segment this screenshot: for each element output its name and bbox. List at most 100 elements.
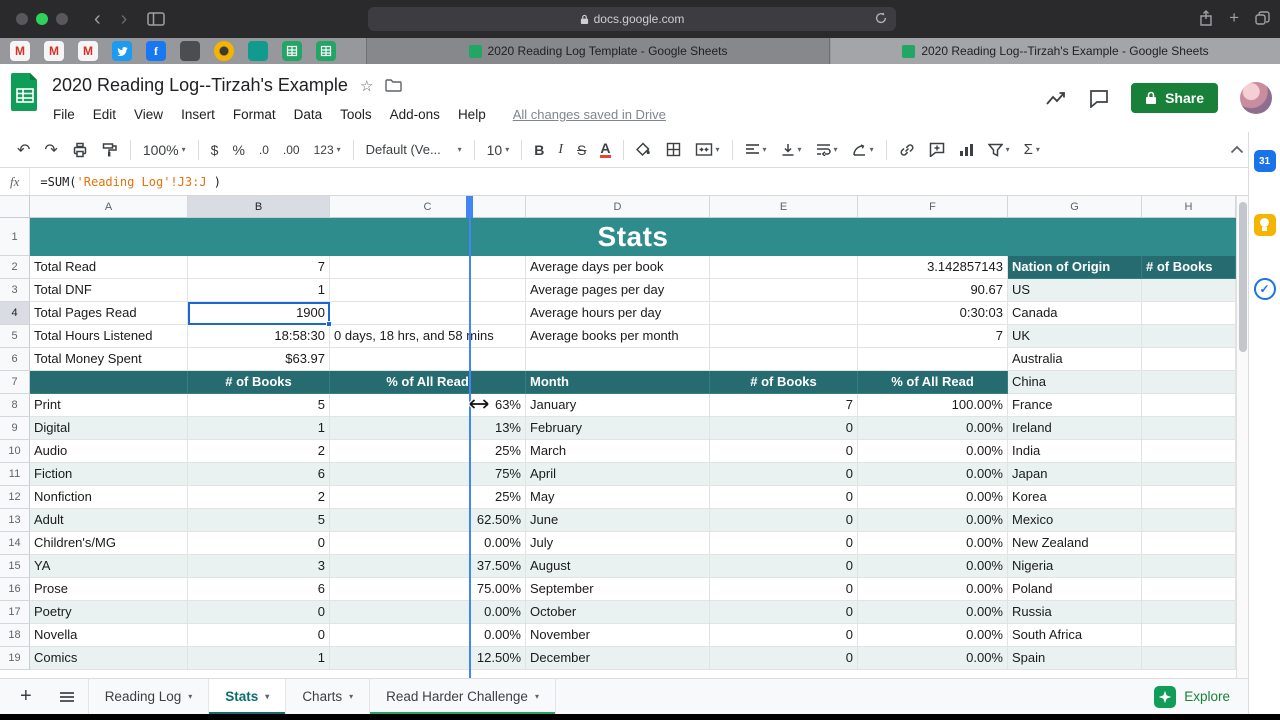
cell-B11[interactable]: 6 (188, 463, 330, 486)
share-button[interactable]: Share (1131, 83, 1218, 113)
cell-E18[interactable]: 0 (710, 624, 858, 647)
row-header-8[interactable]: 8 (0, 394, 30, 417)
cell-H18[interactable] (1142, 624, 1236, 647)
address-bar[interactable]: docs.google.com (368, 7, 896, 31)
cell-B10[interactable]: 2 (188, 440, 330, 463)
row-header-1[interactable]: 1 (0, 218, 30, 256)
cell-E15[interactable]: 0 (710, 555, 858, 578)
cell-G19[interactable]: Spain (1008, 647, 1142, 670)
cell-G2[interactable]: Nation of Origin (1008, 256, 1142, 279)
cell-H13[interactable] (1142, 509, 1236, 532)
vertical-scrollbar[interactable] (1236, 196, 1248, 678)
gmail-favicon[interactable]: M (10, 41, 30, 61)
cell-A7[interactable] (30, 371, 188, 394)
add-sheet-button[interactable]: + (0, 685, 46, 708)
window-close-button[interactable] (16, 13, 28, 25)
cell-B4[interactable]: 1900 (188, 302, 330, 325)
redo-icon[interactable]: ↷ (37, 137, 64, 163)
column-header-D[interactable]: D (526, 196, 710, 218)
cell-B16[interactable]: 6 (188, 578, 330, 601)
select-all-corner[interactable] (0, 196, 30, 218)
move-folder-icon[interactable] (385, 79, 403, 92)
keep-icon[interactable] (1253, 214, 1276, 236)
cell-B5[interactable]: 18:58:30 (188, 325, 330, 348)
cell-B9[interactable]: 1 (188, 417, 330, 440)
print-icon[interactable] (65, 137, 95, 163)
cell-A19[interactable]: Comics (30, 647, 188, 670)
cell-C15[interactable]: 37.50% (330, 555, 526, 578)
format-percent-button[interactable]: % (225, 137, 251, 163)
cell-G9[interactable]: Ireland (1008, 417, 1142, 440)
row-header-18[interactable]: 18 (0, 624, 30, 647)
cell-B3[interactable]: 1 (188, 279, 330, 302)
cell-A10[interactable]: Audio (30, 440, 188, 463)
cell-D6[interactable] (526, 348, 710, 371)
cell-C19[interactable]: 12.50% (330, 647, 526, 670)
cell-C17[interactable]: 0.00% (330, 601, 526, 624)
cell-C2[interactable] (330, 256, 526, 279)
cell-H7[interactable] (1142, 371, 1236, 394)
sheet-tab-menu-icon[interactable]: ▾ (265, 692, 269, 701)
cell-B17[interactable]: 0 (188, 601, 330, 624)
cell-F5[interactable]: 7 (858, 325, 1008, 348)
save-status[interactable]: All changes saved in Drive (513, 107, 666, 122)
cell-A6[interactable]: Total Money Spent (30, 348, 188, 371)
formula-text[interactable]: =SUM('Reading Log'!J3:J ) (30, 175, 221, 189)
cell-A17[interactable]: Poetry (30, 601, 188, 624)
cell-B18[interactable]: 0 (188, 624, 330, 647)
cell-G12[interactable]: Korea (1008, 486, 1142, 509)
share-page-icon[interactable] (1199, 10, 1213, 26)
browser-tab-template[interactable]: 2020 Reading Log Template - Google Sheet… (366, 38, 830, 64)
column-header-B[interactable]: B (188, 196, 330, 218)
vertical-align-icon[interactable]: ▾ (774, 137, 809, 163)
cell-G13[interactable]: Mexico (1008, 509, 1142, 532)
undo-icon[interactable]: ↶ (10, 137, 37, 163)
row-header-10[interactable]: 10 (0, 440, 30, 463)
tasks-icon[interactable]: ✓ (1253, 278, 1276, 300)
cell-F8[interactable]: 100.00% (858, 394, 1008, 417)
cell-C12[interactable]: 25% (330, 486, 526, 509)
cell-E10[interactable]: 0 (710, 440, 858, 463)
cell-D4[interactable]: Average hours per day (526, 302, 710, 325)
cell-A1-banner[interactable]: Stats (30, 218, 1236, 256)
cell-A18[interactable]: Novella (30, 624, 188, 647)
decrease-decimals-button[interactable]: .0 (252, 137, 276, 163)
comment-history-icon[interactable] (1089, 89, 1109, 108)
cell-D8[interactable]: January (526, 394, 710, 417)
cell-A15[interactable]: YA (30, 555, 188, 578)
facebook-favicon[interactable]: f (146, 41, 166, 61)
cell-C13[interactable]: 62.50% (330, 509, 526, 532)
browser-tab-active[interactable]: 2020 Reading Log--Tirzah's Example - Goo… (831, 38, 1280, 64)
cell-H6[interactable] (1142, 348, 1236, 371)
cell-E19[interactable]: 0 (710, 647, 858, 670)
cell-A4[interactable]: Total Pages Read (30, 302, 188, 325)
insert-comment-icon[interactable] (922, 137, 952, 163)
avatar[interactable] (1240, 82, 1272, 114)
cell-A8[interactable]: Print (30, 394, 188, 417)
cell-E7[interactable]: # of Books (710, 371, 858, 394)
row-header-19[interactable]: 19 (0, 647, 30, 670)
row-header-12[interactable]: 12 (0, 486, 30, 509)
cell-E17[interactable]: 0 (710, 601, 858, 624)
cell-D3[interactable]: Average pages per day (526, 279, 710, 302)
sidebar-toggle-icon[interactable] (137, 12, 175, 26)
cell-D10[interactable]: March (526, 440, 710, 463)
menu-tools[interactable]: Tools (331, 104, 381, 125)
sheet-tab-read-harder-challenge[interactable]: Read Harder Challenge ▾ (370, 678, 556, 715)
cell-C16[interactable]: 75.00% (330, 578, 526, 601)
cell-C5[interactable]: 0 days, 18 hrs, and 58 mins (330, 325, 526, 348)
fill-color-icon[interactable] (629, 137, 659, 163)
row-header-9[interactable]: 9 (0, 417, 30, 440)
paint-format-icon[interactable] (95, 137, 125, 163)
cell-C9[interactable]: 13% (330, 417, 526, 440)
cell-G4[interactable]: Canada (1008, 302, 1142, 325)
cell-D15[interactable]: August (526, 555, 710, 578)
cell-A9[interactable]: Digital (30, 417, 188, 440)
cell-F17[interactable]: 0.00% (858, 601, 1008, 624)
row-header-6[interactable]: 6 (0, 348, 30, 371)
cell-D13[interactable]: June (526, 509, 710, 532)
cell-E4[interactable] (710, 302, 858, 325)
cell-E6[interactable] (710, 348, 858, 371)
format-currency-button[interactable]: $ (204, 137, 226, 163)
cell-H10[interactable] (1142, 440, 1236, 463)
